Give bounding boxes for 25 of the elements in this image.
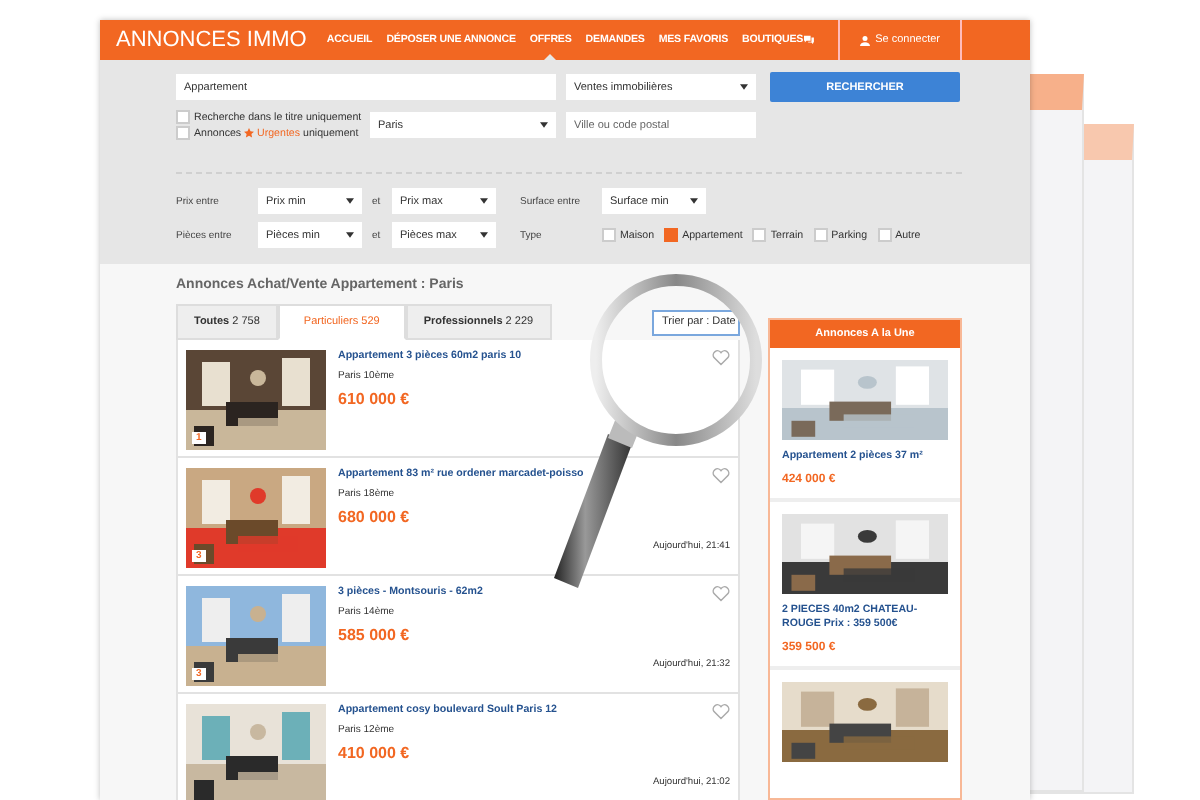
checkbox[interactable]	[176, 110, 190, 124]
heart-icon[interactable]	[712, 704, 730, 720]
listing-price: 410 000 €	[338, 744, 410, 762]
listing-price: 610 000 €	[338, 390, 410, 408]
listing-price: 585 000 €	[338, 626, 410, 644]
caret-icon	[480, 198, 488, 204]
star-icon	[244, 127, 255, 137]
caret-icon	[346, 198, 354, 204]
checkbox[interactable]	[813, 228, 828, 242]
caret-icon	[690, 198, 698, 204]
caret-icon	[346, 232, 354, 238]
checkbox[interactable]	[752, 228, 767, 242]
user-icon	[859, 35, 870, 45]
listing-price: 680 000 €	[338, 508, 410, 526]
checkbox[interactable]	[877, 228, 892, 242]
checkbox[interactable]	[176, 126, 190, 140]
heart-icon[interactable]	[712, 586, 730, 602]
caret-icon	[540, 122, 548, 128]
checkbox[interactable]	[664, 228, 679, 242]
checkbox[interactable]	[602, 228, 616, 242]
heart-icon[interactable]	[712, 350, 730, 366]
chat-icon[interactable]	[803, 32, 814, 48]
caret-icon	[740, 84, 748, 90]
heart-icon[interactable]	[712, 468, 730, 484]
caret-icon	[480, 232, 488, 238]
